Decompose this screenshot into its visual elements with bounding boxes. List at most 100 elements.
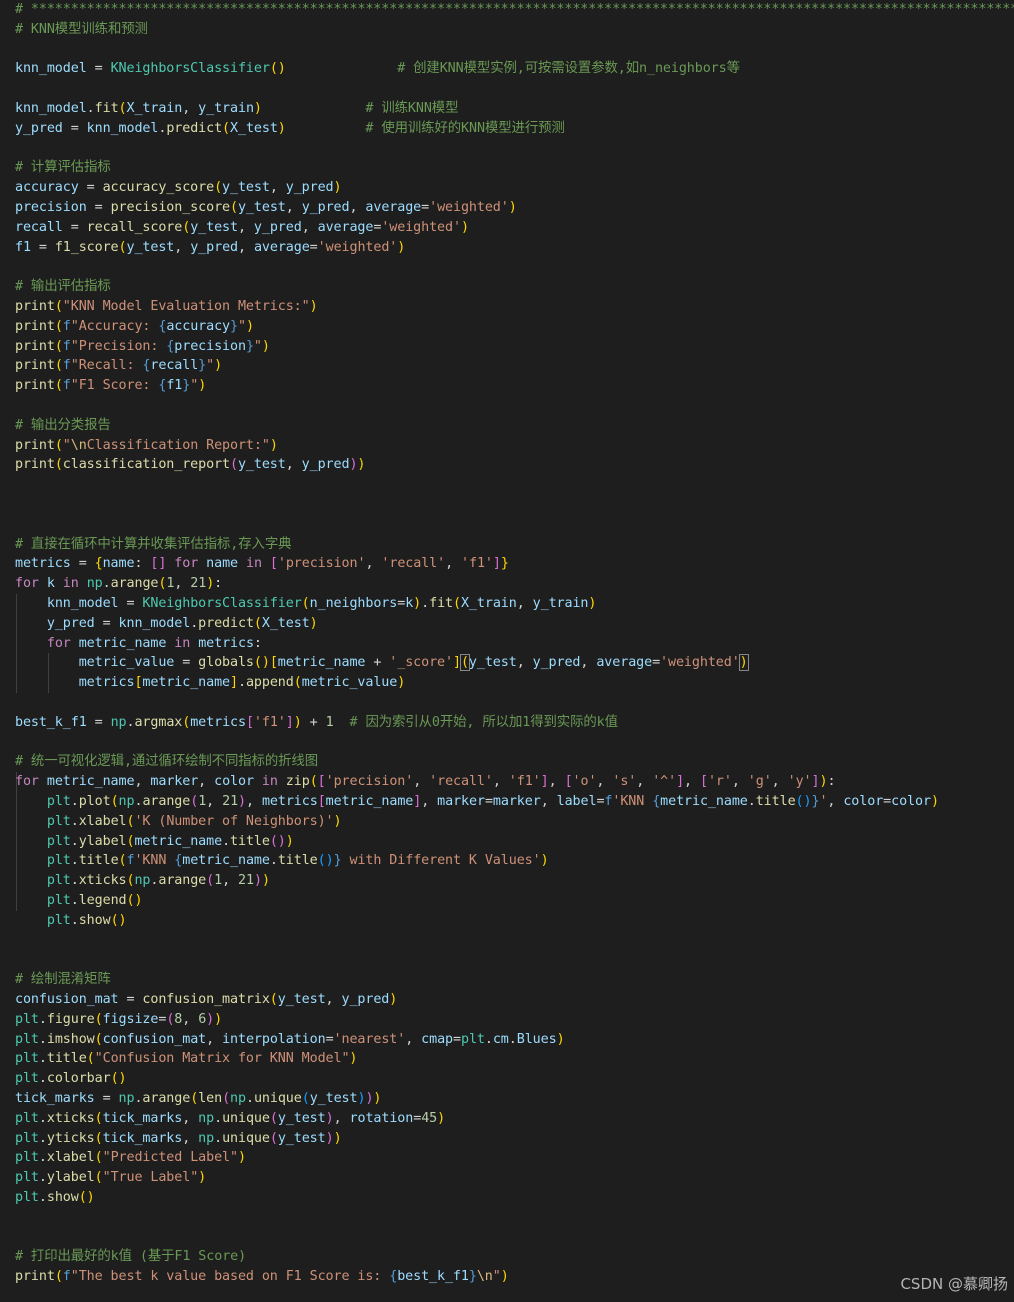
code-token: , xyxy=(445,556,462,572)
code-token: precision xyxy=(15,200,87,215)
code-line[interactable]: plt.ylabel("True Label") xyxy=(15,1168,206,1188)
code-token: # 使用训练好的KNN模型进行预测 xyxy=(365,120,565,136)
code-line[interactable]: print("KNN Model Evaluation Metrics:") xyxy=(15,297,318,317)
code-token: . xyxy=(38,1190,47,1205)
code-line[interactable]: plt.imshow(confusion_mat, interpolation=… xyxy=(15,1030,565,1050)
code-token: . xyxy=(70,853,79,869)
code-token: metric_value xyxy=(78,655,175,671)
code-line[interactable]: # 输出评估指标 xyxy=(15,277,111,297)
code-line[interactable]: metric_value = globals()[metric_name + '… xyxy=(15,653,749,673)
code-token: ) xyxy=(237,1150,246,1166)
code-line[interactable]: print(f"Recall: {recall}") xyxy=(15,356,222,376)
code-token: . xyxy=(190,615,199,631)
code-line[interactable]: for metric_name in metrics: xyxy=(15,634,262,654)
code-line[interactable]: metrics[metric_name].append(metric_value… xyxy=(15,673,406,693)
code-token: ) xyxy=(508,200,517,215)
code-line[interactable]: # **************************************… xyxy=(15,0,1014,20)
code-line[interactable]: metrics = {name: [] for name in ['precis… xyxy=(15,554,509,574)
code-token: metrics xyxy=(190,714,246,730)
code-token: ) xyxy=(930,794,939,809)
code-line[interactable]: plt.figure(figsize=(8, 6)) xyxy=(15,1010,222,1030)
code-token: } xyxy=(500,556,509,572)
code-line[interactable]: plt.show() xyxy=(15,911,127,931)
code-token: print xyxy=(15,318,55,334)
code-line[interactable]: plt.ylabel(metric_name.title()) xyxy=(15,832,294,852)
code-line[interactable]: plt.colorbar() xyxy=(15,1069,127,1089)
code-line[interactable]: plt.xticks(tick_marks, np.unique(y_test)… xyxy=(15,1109,445,1129)
code-line[interactable]: plt.plot(np.arange(1, 21), metrics[metri… xyxy=(15,792,939,812)
code-token: . xyxy=(38,1110,47,1126)
code-line[interactable]: knn_model.fit(X_train, y_train) # 训练KNN模… xyxy=(15,99,458,119)
code-line[interactable]: knn_model = KNeighborsClassifier() # 创建K… xyxy=(15,59,740,79)
code-line[interactable]: knn_model = KNeighborsClassifier(n_neigh… xyxy=(15,594,597,614)
code-line[interactable]: # 输出分类报告 xyxy=(15,416,111,436)
code-line[interactable]: plt.show() xyxy=(15,1188,95,1208)
code-token: . xyxy=(214,1110,223,1126)
code-token: () xyxy=(110,1071,127,1087)
code-token: . xyxy=(747,794,756,809)
code-line[interactable]: plt.title("Confusion Matrix for KNN Mode… xyxy=(15,1049,357,1069)
code-token: } xyxy=(230,318,238,334)
code-token: marker xyxy=(150,774,199,790)
code-line[interactable]: plt.title(f'KNN {metric_name.title()} wi… xyxy=(15,851,549,871)
code-line[interactable]: # KNN模型训练和预测 xyxy=(15,20,148,40)
code-token: . xyxy=(38,1071,47,1087)
code-line[interactable]: # 计算评估指标 xyxy=(15,158,111,178)
code-token: plt xyxy=(46,893,71,908)
code-line[interactable]: recall = recall_score(y_test, y_pred, av… xyxy=(15,218,469,238)
code-token: ] xyxy=(676,774,685,790)
code-token: ] xyxy=(285,714,294,730)
code-line[interactable]: best_k_f1 = np.argmax(metrics['f1']) + 1… xyxy=(15,713,618,733)
code-line[interactable]: # 绘制混淆矩阵 xyxy=(15,970,111,990)
code-line[interactable]: plt.xlabel('K (Number of Neighbors)') xyxy=(15,812,342,832)
code-line[interactable]: precision = precision_score(y_test, y_pr… xyxy=(15,198,517,218)
code-line[interactable]: for metric_name, marker, color in zip(['… xyxy=(15,772,836,792)
code-line[interactable]: accuracy = accuracy_score(y_test, y_pred… xyxy=(15,178,342,198)
code-token: 1 xyxy=(198,794,207,809)
code-line[interactable]: confusion_mat = confusion_matrix(y_test,… xyxy=(15,990,397,1010)
code-token: , xyxy=(492,774,509,790)
code-token: 'precision' xyxy=(325,774,414,790)
code-token: + xyxy=(301,714,326,730)
code-token: title xyxy=(230,833,270,849)
code-token: ( xyxy=(230,200,238,215)
code-token: [ xyxy=(317,774,326,790)
code-token: color xyxy=(891,794,931,809)
code-token: for xyxy=(15,576,39,592)
code-token: "F1 Score: xyxy=(70,378,159,394)
code-line[interactable]: for k in np.arange(1, 21): xyxy=(15,574,222,594)
code-line[interactable]: print(f"Accuracy: {accuracy}") xyxy=(15,317,254,337)
code-line[interactable]: f1 = f1_score(y_test, y_pred, average='w… xyxy=(15,238,405,258)
watermark: CSDN @慕卿扬 xyxy=(900,1275,1008,1293)
code-line[interactable]: y_pred = knn_model.predict(X_test) # 使用训… xyxy=(15,119,565,139)
code-line[interactable]: plt.xlabel("Predicted Label") xyxy=(15,1148,246,1168)
code-line[interactable]: print(f"F1 Score: {f1}") xyxy=(15,376,206,396)
code-line[interactable]: # 打印出最好的k值 (基于F1 Score) xyxy=(15,1247,246,1267)
code-line[interactable]: plt.xticks(np.arange(1, 21)) xyxy=(15,871,270,891)
code-token: = xyxy=(413,1110,422,1126)
code-token: () xyxy=(317,853,334,869)
code-token: } xyxy=(198,358,207,374)
code-line[interactable]: # 直接在循环中计算并收集评估指标,存入字典 xyxy=(15,535,292,555)
code-token: np xyxy=(198,1130,215,1146)
code-token: , xyxy=(516,596,533,611)
code-token: globals xyxy=(198,655,254,671)
code-token: : xyxy=(827,774,836,790)
code-token: ( xyxy=(118,239,127,255)
code-line[interactable]: print("\nClassification Report:") xyxy=(15,436,278,456)
code-line[interactable]: print(f"Precision: {precision}") xyxy=(15,337,270,357)
code-token: # 输出评估指标 xyxy=(15,279,111,295)
code-editor[interactable]: # **************************************… xyxy=(0,0,1014,1302)
code-token: , xyxy=(349,200,366,215)
code-line[interactable]: tick_marks = np.arange(len(np.unique(y_t… xyxy=(15,1089,381,1109)
code-line[interactable]: # 统一可视化逻辑,通过循环绘制不同指标的折线图 xyxy=(15,752,318,772)
code-line[interactable]: plt.yticks(tick_marks, np.unique(y_test)… xyxy=(15,1129,342,1149)
code-line[interactable]: print(classification_report(y_test, y_pr… xyxy=(15,455,365,475)
code-line[interactable]: plt.legend() xyxy=(15,891,143,911)
code-line[interactable]: y_pred = knn_model.predict(X_test) xyxy=(15,614,318,634)
code-token: ) xyxy=(285,833,294,849)
code-token: ( xyxy=(453,596,461,611)
code-line[interactable]: print(f"The best k value based on F1 Sco… xyxy=(15,1267,509,1287)
